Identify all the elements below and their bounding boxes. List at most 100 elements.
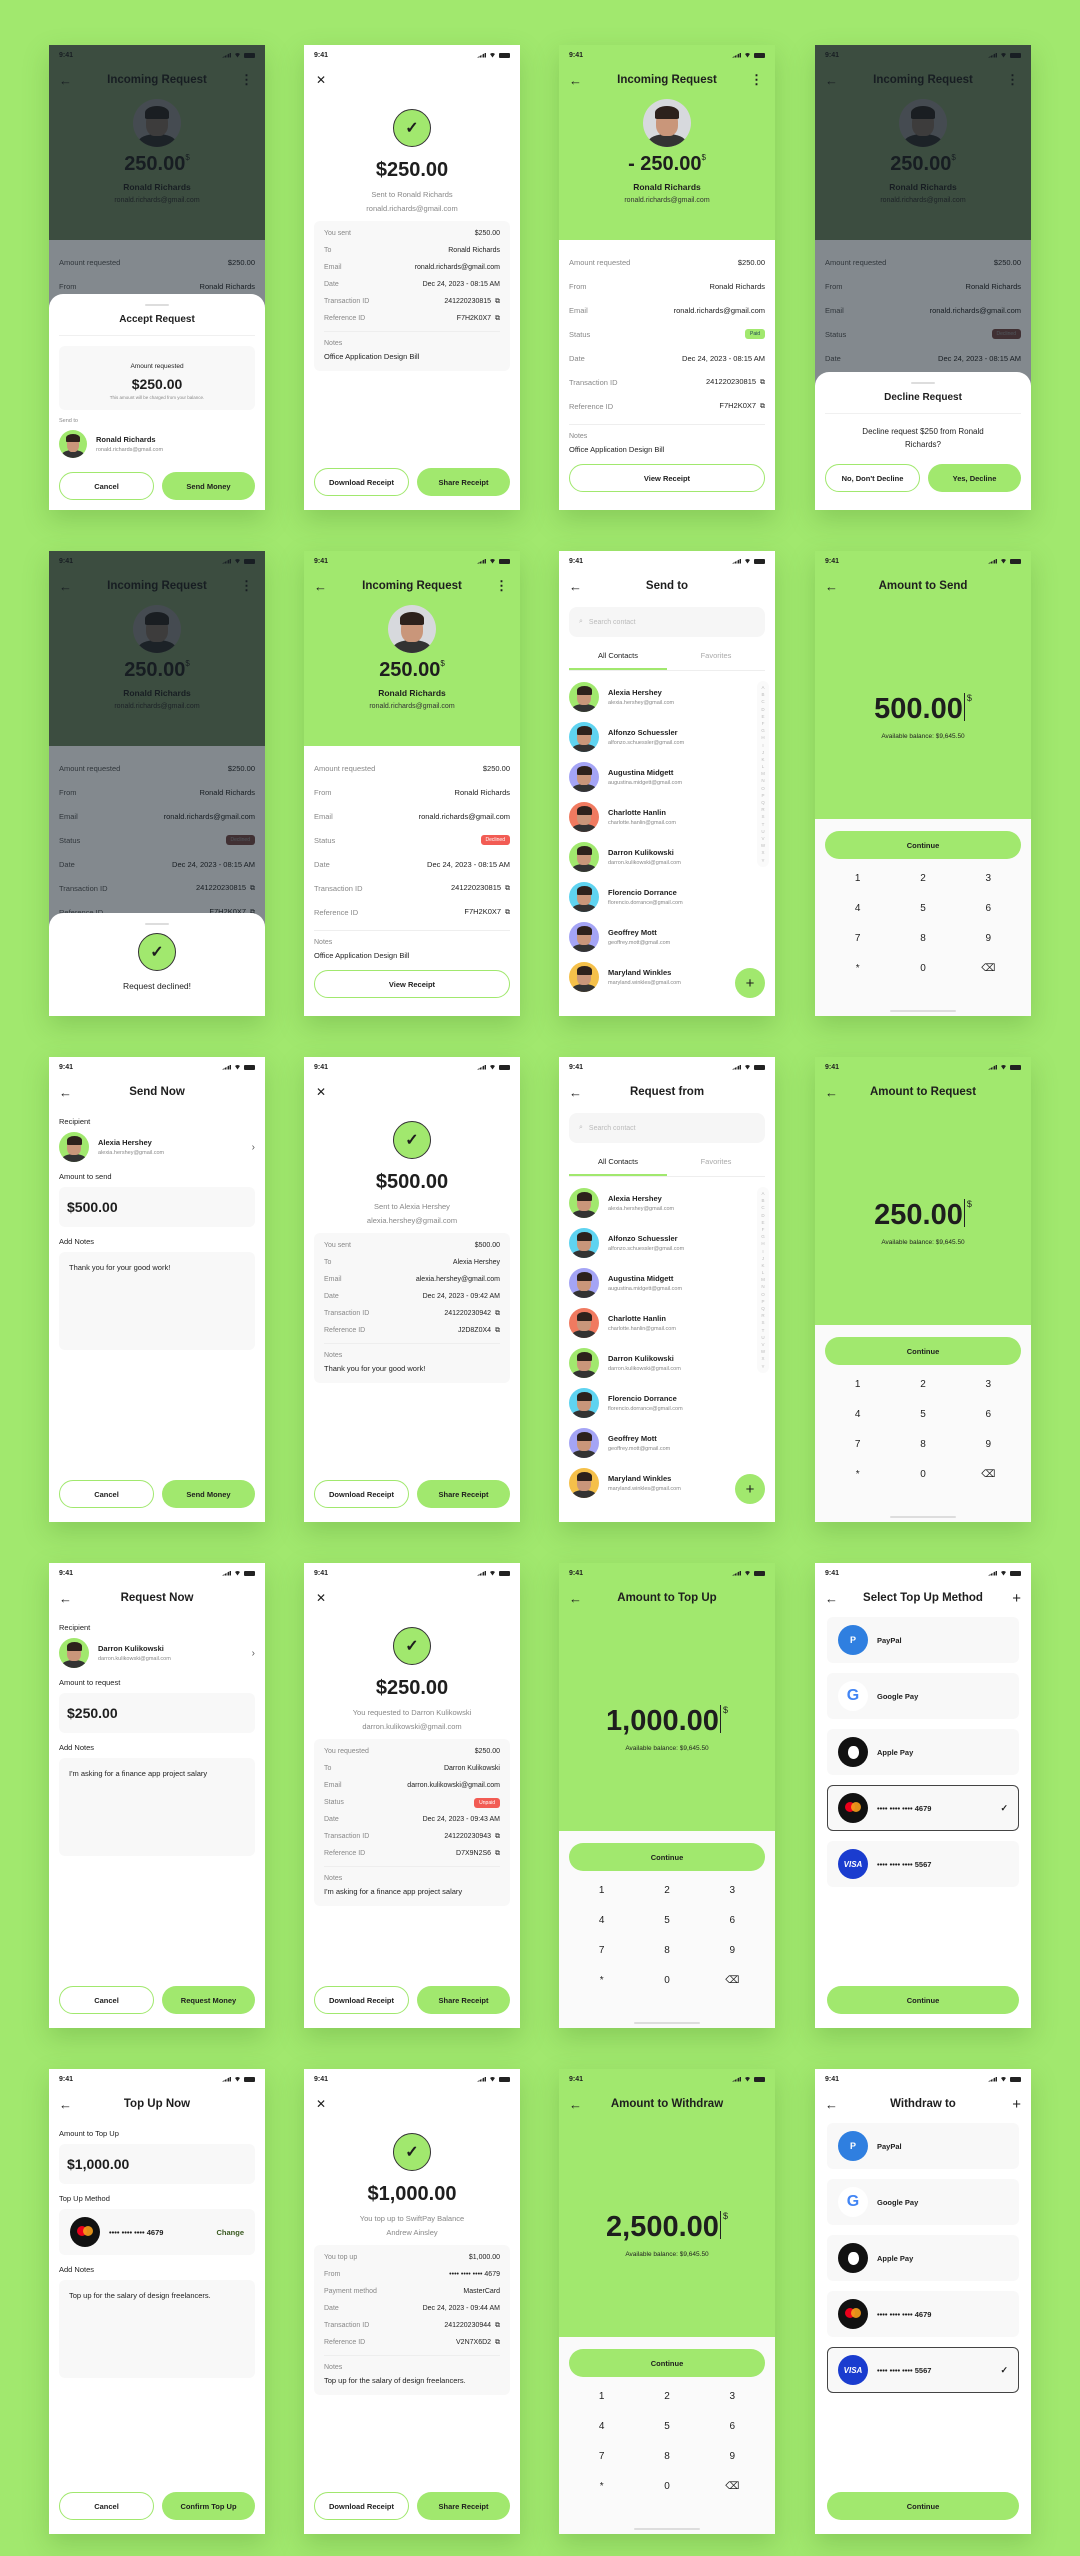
keypad-key-3[interactable]: 3 xyxy=(956,1379,1021,1390)
add-contact-button[interactable]: + xyxy=(735,1474,765,1504)
copy-icon[interactable]: ⧉ xyxy=(493,1833,500,1840)
contact-item[interactable]: Alexia Hershey alexia.hershey@gmail.com xyxy=(569,1183,765,1223)
contact-item[interactable]: Augustina Midgett augustina.midgett@gmail… xyxy=(569,757,765,797)
contact-item[interactable]: Charlotte Hanlin charlotte.hanlin@gmail.c… xyxy=(569,1303,765,1343)
alphabet-letter[interactable]: N xyxy=(761,1284,764,1289)
continue-button[interactable]: Continue xyxy=(569,1843,765,1871)
share-receipt-button[interactable]: Share Receipt xyxy=(417,468,510,496)
keypad-key-0[interactable]: 0 xyxy=(634,1975,699,1986)
alphabet-letter[interactable]: X xyxy=(761,850,764,855)
cancel-button[interactable]: Cancel xyxy=(59,1480,154,1508)
alphabet-letter[interactable]: L xyxy=(762,764,765,769)
keypad-key-6[interactable]: 6 xyxy=(700,2421,765,2432)
send-money-button[interactable]: Send Money xyxy=(162,472,255,500)
back-arrow-icon[interactable]: ← xyxy=(59,1591,72,1606)
cancel-button[interactable]: Cancel xyxy=(59,1986,154,2014)
tab-all-contacts[interactable]: All Contacts xyxy=(569,643,667,670)
continue-button[interactable]: Continue xyxy=(827,1986,1019,2014)
alphabet-letter[interactable]: Q xyxy=(761,800,765,805)
keypad-key-8[interactable]: 8 xyxy=(634,2451,699,2462)
copy-icon[interactable]: ⧉ xyxy=(493,2322,500,2329)
alphabet-letter[interactable]: C xyxy=(761,699,764,704)
add-icon[interactable]: + xyxy=(1012,2096,1021,2113)
alphabet-letter[interactable]: K xyxy=(761,1263,764,1268)
yes-decline-button[interactable]: Yes, Decline xyxy=(928,464,1021,492)
keypad-key-2[interactable]: 2 xyxy=(890,873,955,884)
keypad-key-5[interactable]: 5 xyxy=(890,903,955,914)
back-arrow-icon[interactable]: ← xyxy=(569,2097,582,2112)
keypad-key-9[interactable]: 9 xyxy=(956,933,1021,944)
keypad-key-0[interactable]: 0 xyxy=(890,963,955,974)
copy-icon[interactable]: ⧉ xyxy=(493,1310,500,1317)
back-arrow-icon[interactable]: ← xyxy=(825,2097,838,2112)
amount-field[interactable]: $500.00 xyxy=(59,1187,255,1227)
keypad-key-2[interactable]: 2 xyxy=(634,1885,699,1896)
continue-button[interactable]: Continue xyxy=(569,2349,765,2377)
back-arrow-icon[interactable]: ← xyxy=(569,1085,582,1100)
recipient-selector[interactable]: Alexia Hershey alexia.hershey@gmail.com › xyxy=(59,1132,255,1162)
view-receipt-button[interactable]: View Receipt xyxy=(314,970,510,998)
alphabet-letter[interactable]: W xyxy=(761,1349,765,1354)
close-icon[interactable]: ✕ xyxy=(316,73,326,87)
alphabet-letter[interactable]: Q xyxy=(761,1306,765,1311)
keypad-key-star[interactable]: * xyxy=(569,2481,634,2492)
copy-icon[interactable]: ⧉ xyxy=(493,298,500,305)
alphabet-letter[interactable]: O xyxy=(761,786,765,791)
add-contact-button[interactable]: + xyxy=(735,968,765,998)
keypad-key-4[interactable]: 4 xyxy=(825,903,890,914)
amount-input[interactable]: 500.00 $ xyxy=(874,693,972,726)
contact-item[interactable]: Alfonzo Schuessler alfonzo.schuessler@gma… xyxy=(569,1223,765,1263)
copy-icon[interactable]: ⧉ xyxy=(493,2339,500,2346)
search-input[interactable]: ⌕ Search contact xyxy=(569,1113,765,1143)
add-icon[interactable]: + xyxy=(1012,1590,1021,1607)
backspace-icon[interactable]: ⌫ xyxy=(700,1975,765,1986)
alphabet-letter[interactable]: P xyxy=(761,793,764,798)
keypad-key-6[interactable]: 6 xyxy=(700,1915,765,1926)
alphabet-letter[interactable]: Y xyxy=(761,1364,764,1369)
back-arrow-icon[interactable]: ← xyxy=(569,579,582,594)
keypad-key-7[interactable]: 7 xyxy=(825,1439,890,1450)
copy-icon[interactable]: ⧉ xyxy=(493,1850,500,1857)
alphabet-letter[interactable]: D xyxy=(761,1213,764,1218)
alphabet-letter[interactable]: U xyxy=(761,1335,764,1340)
back-arrow-icon[interactable]: ← xyxy=(59,2097,72,2112)
download-receipt-button[interactable]: Download Receipt xyxy=(314,1480,409,1508)
keypad-key-star[interactable]: * xyxy=(825,1469,890,1480)
copy-icon[interactable]: ⧉ xyxy=(493,315,500,322)
dont-decline-button[interactable]: No, Don't Decline xyxy=(825,464,920,492)
keypad-key-3[interactable]: 3 xyxy=(956,873,1021,884)
alphabet-letter[interactable]: U xyxy=(761,829,764,834)
alphabet-letter[interactable]: G xyxy=(761,1234,765,1239)
tab-favorites[interactable]: Favorites xyxy=(667,643,765,670)
keypad-key-9[interactable]: 9 xyxy=(700,2451,765,2462)
copy-icon[interactable]: ⧉ xyxy=(503,909,510,916)
alphabet-letter[interactable]: B xyxy=(761,1198,764,1203)
keypad-key-4[interactable]: 4 xyxy=(825,1409,890,1420)
continue-button[interactable]: Continue xyxy=(825,1337,1021,1365)
download-receipt-button[interactable]: Download Receipt xyxy=(314,1986,409,2014)
share-receipt-button[interactable]: Share Receipt xyxy=(417,2492,510,2520)
payment-method-option[interactable]: P PayPal xyxy=(827,2123,1019,2169)
contact-item[interactable]: Darron Kulikowski darron.kulikowski@gmail… xyxy=(569,837,765,877)
copy-icon[interactable]: ⧉ xyxy=(493,1327,500,1334)
close-icon[interactable]: ✕ xyxy=(316,2097,326,2111)
sheet-handle[interactable] xyxy=(145,304,169,306)
view-receipt-button[interactable]: View Receipt xyxy=(569,464,765,492)
back-arrow-icon[interactable]: ← xyxy=(314,579,327,594)
contact-item[interactable]: Darron Kulikowski darron.kulikowski@gmail… xyxy=(569,1343,765,1383)
keypad-key-1[interactable]: 1 xyxy=(569,2391,634,2402)
alphabet-letter[interactable]: W xyxy=(761,843,765,848)
continue-button[interactable]: Continue xyxy=(825,831,1021,859)
back-arrow-icon[interactable]: ← xyxy=(825,579,838,594)
back-arrow-icon[interactable]: ← xyxy=(825,1085,838,1100)
keypad-key-8[interactable]: 8 xyxy=(634,1945,699,1956)
alphabet-letter[interactable]: K xyxy=(761,757,764,762)
alphabet-letter[interactable]: R xyxy=(761,807,764,812)
submit-button[interactable]: Request Money xyxy=(162,1986,255,2014)
alphabet-letter[interactable]: V xyxy=(761,836,764,841)
alphabet-letter[interactable]: I xyxy=(762,743,763,748)
keypad-key-3[interactable]: 3 xyxy=(700,2391,765,2402)
alphabet-letter[interactable]: S xyxy=(761,1320,764,1325)
alphabet-letter[interactable]: M xyxy=(761,1277,765,1282)
keypad-key-9[interactable]: 9 xyxy=(700,1945,765,1956)
